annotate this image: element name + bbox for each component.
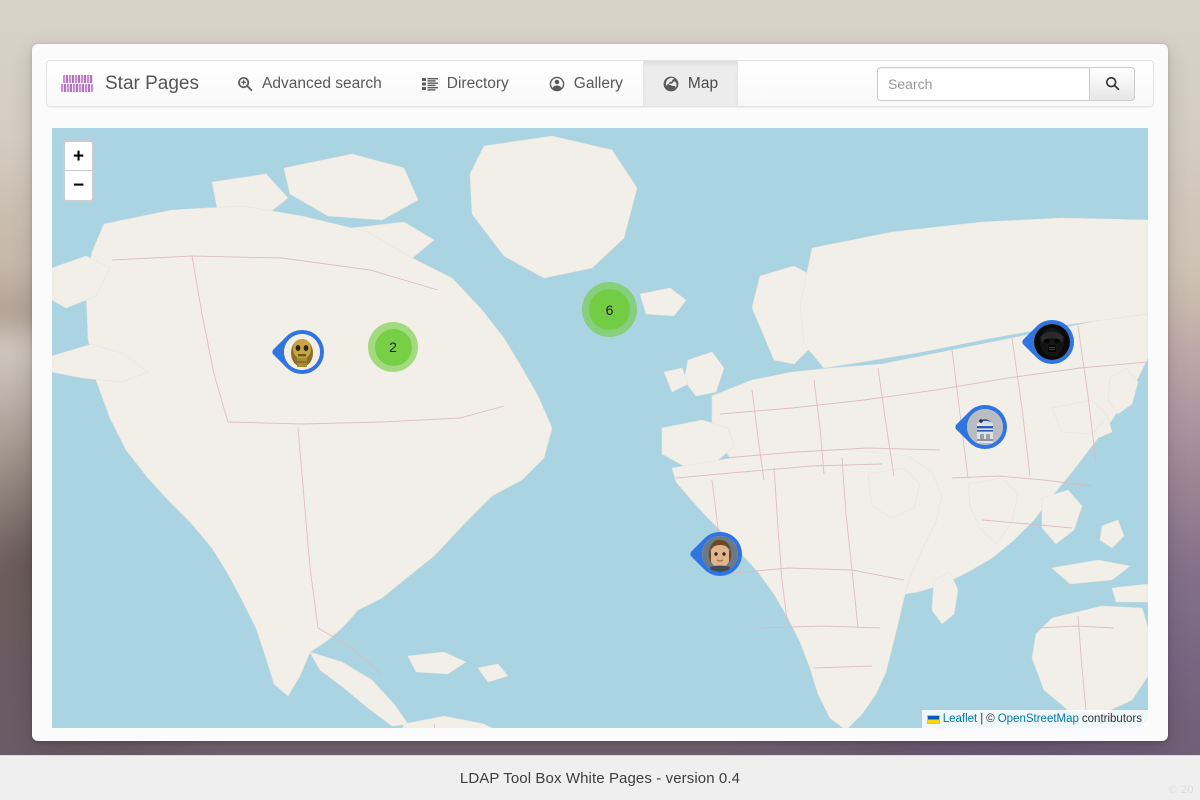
star-pages-logo-icon: [61, 72, 95, 96]
darth-vader-avatar: [1034, 324, 1070, 360]
leaflet-link[interactable]: Leaflet: [943, 711, 978, 727]
attribution-separator: |: [980, 713, 984, 725]
brand-link[interactable]: Star Pages: [47, 61, 217, 106]
marker-avatar-philippines[interactable]: [953, 395, 1017, 459]
nav-item-directory[interactable]: Directory: [402, 61, 529, 106]
nav-item-map[interactable]: Map: [642, 61, 739, 106]
nav-item-label: Directory: [446, 74, 509, 92]
nav-item-label: Advanced search: [262, 74, 382, 92]
search-icon: [1105, 76, 1120, 91]
nav-item-gallery[interactable]: Gallery: [529, 61, 643, 106]
cluster-count: 2: [374, 328, 412, 366]
footer-version-text: LDAP Tool Box White Pages - version 0.4: [459, 769, 741, 787]
nav-item-label: Gallery: [573, 74, 623, 92]
search-form: [877, 66, 1153, 101]
marker-avatar-japan[interactable]: [1020, 310, 1084, 374]
marker-avatar-africa[interactable]: [688, 522, 752, 586]
cluster-marker-europe[interactable]: 6: [582, 282, 637, 337]
globe-icon: [663, 76, 679, 92]
nav-item-list: Advanced search Directory Gallery Map: [217, 61, 739, 106]
wallpaper-credit-watermark: © 20: [1168, 784, 1194, 796]
navbar: Star Pages Advanced search Directory Gal…: [46, 60, 1154, 107]
search-input[interactable]: [877, 66, 1089, 101]
cluster-marker-north-america[interactable]: 2: [368, 322, 418, 372]
nav-item-advanced-search[interactable]: Advanced search: [217, 61, 402, 106]
map-attribution: Leaflet | © OpenStreetMap contributors: [921, 710, 1148, 728]
c3po-avatar: [284, 334, 320, 370]
search-plus-icon: [237, 76, 253, 92]
map-zoom-control: + −: [63, 140, 94, 202]
attribution-copyright: ©: [986, 713, 995, 725]
brand-label: Star Pages: [105, 72, 199, 94]
marker-avatar-north-america[interactable]: [270, 320, 334, 384]
luke-skywalker-avatar: [702, 536, 738, 572]
cluster-count: 6: [589, 289, 630, 330]
r2d2-avatar: [967, 409, 1003, 445]
zoom-out-button[interactable]: −: [65, 171, 92, 200]
nav-item-label: Map: [687, 74, 719, 92]
search-button[interactable]: [1089, 66, 1135, 101]
ukraine-flag-icon: [926, 714, 940, 724]
desktop-background: Star Pages Advanced search Directory Gal…: [0, 0, 1200, 800]
footer-bar: LDAP Tool Box White Pages - version 0.4: [0, 755, 1200, 800]
attribution-contributors: contributors: [1081, 713, 1142, 725]
app-window: Star Pages Advanced search Directory Gal…: [32, 44, 1168, 741]
openstreetmap-link[interactable]: OpenStreetMap: [998, 711, 1079, 727]
list-icon: [421, 76, 438, 92]
navbar-spacer: [738, 61, 877, 106]
zoom-in-button[interactable]: +: [65, 142, 92, 171]
map-container[interactable]: + − 2 6 Leaflet | © OpenStreetMap contri…: [52, 128, 1148, 728]
user-circle-icon: [549, 76, 565, 92]
